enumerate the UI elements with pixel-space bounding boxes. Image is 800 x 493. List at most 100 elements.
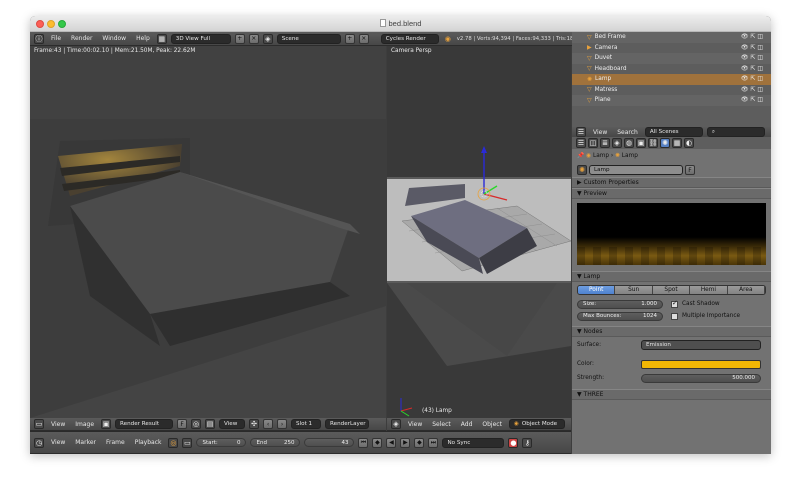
editor-type-icon[interactable]: ⓘ [34, 33, 44, 44]
lamp-fake-user-button[interactable]: F [685, 165, 695, 175]
scene-icon[interactable]: ◈ [262, 33, 273, 44]
size-field[interactable]: Size: 1.000 [577, 299, 663, 309]
constraints-tab-icon[interactable]: ⛓ [648, 138, 658, 148]
menu-playback[interactable]: Playback [132, 439, 165, 446]
keying-set-icon[interactable]: ⚷ [522, 437, 533, 448]
section-three[interactable]: ▼ THREE [572, 389, 771, 400]
restrict-columns[interactable]: 👁 ⇱ ◫ [741, 44, 763, 51]
display-filter-select[interactable]: All Scenes [644, 127, 703, 137]
menu-view[interactable]: View [405, 421, 425, 428]
lamp-type-point[interactable]: Point [578, 286, 616, 294]
outliner-row-plane[interactable]: ▽ Plane 👁 ⇱ ◫ [572, 95, 771, 106]
restrict-columns[interactable]: 👁 ⇱ ◫ [741, 75, 763, 82]
scene-field[interactable]: Scene [276, 33, 341, 44]
color-swatch[interactable] [641, 359, 761, 369]
current-frame-field[interactable]: 43 [304, 438, 355, 447]
lamp-name-input[interactable]: Lamp [589, 165, 683, 175]
jump-start-button[interactable]: ⏮ [358, 437, 369, 448]
remove-layout-button[interactable]: × [248, 33, 259, 44]
outliner-row-duvet[interactable]: ▽ Duvet 👁 ⇱ ◫ [572, 53, 771, 64]
jump-key-back-button[interactable]: ◆ [372, 437, 383, 448]
image-editor-type-icon[interactable]: ▭ [34, 419, 44, 429]
physics-tab-icon[interactable]: ◐ [684, 138, 694, 148]
section-custom-properties[interactable]: ▶ Custom Properties [572, 177, 771, 188]
next-slot-button[interactable]: › [277, 419, 288, 429]
display-channels-icon[interactable]: ✣ [249, 419, 260, 429]
menu-render[interactable]: Render [68, 35, 95, 42]
lamp-browse-icon[interactable]: ✺ [577, 165, 587, 175]
menu-view[interactable]: View [590, 129, 610, 136]
image-datablock-field[interactable]: Render Result [115, 419, 174, 429]
menu-file[interactable]: File [48, 35, 64, 42]
start-frame-field[interactable]: Start: 0 [196, 438, 247, 447]
outliner-row-camera[interactable]: ▶ Camera 👁 ⇱ ◫ [572, 43, 771, 54]
pin-icon[interactable]: ◎ [191, 419, 202, 429]
object-tab-icon[interactable]: ▣ [636, 138, 646, 148]
interaction-mode-select[interactable]: ◉ Object Mode [508, 419, 565, 429]
jump-end-button[interactable]: ⏭ [428, 437, 439, 448]
fake-user-button[interactable]: F [177, 419, 188, 429]
restrict-columns[interactable]: 👁 ⇱ ◫ [741, 65, 763, 72]
restrict-columns[interactable]: 👁 ⇱ ◫ [741, 33, 763, 40]
outliner-row-bed-frame[interactable]: ▽ Bed Frame 👁 ⇱ ◫ [572, 32, 771, 43]
data-tab-icon[interactable]: ✺ [660, 138, 670, 148]
layers-tab-icon[interactable]: ≣ [600, 138, 610, 148]
render-tab-icon[interactable]: ◫ [588, 138, 598, 148]
play-reverse-button[interactable]: ◀ [386, 437, 397, 448]
3d-view-type-icon[interactable]: ◈ [391, 419, 401, 429]
range-icon[interactable]: ◎ [168, 437, 179, 448]
record-icon[interactable]: ● [508, 437, 519, 448]
add-layout-button[interactable]: + [234, 33, 245, 44]
outliner-row-lamp[interactable]: ✺ Lamp 👁 ⇱ ◫ [572, 74, 771, 85]
section-preview[interactable]: ▼ Preview [572, 188, 771, 199]
lamp-type-sun[interactable]: Sun [615, 286, 653, 294]
3d-viewport[interactable]: Camera Persp (43) Lamp [387, 46, 571, 418]
cast-shadow-checkbox[interactable] [671, 299, 678, 308]
cast-shadow-toggle[interactable]: Cast Shadow [671, 299, 720, 308]
outliner-row-headboard[interactable]: ▽ Headboard 👁 ⇱ ◫ [572, 64, 771, 75]
layout-icon[interactable]: ▦ [156, 33, 167, 44]
preview-range-icon[interactable]: ▭ [182, 437, 193, 448]
menu-add[interactable]: Add [458, 421, 476, 428]
image-browse-icon[interactable]: ▣ [101, 419, 112, 429]
max-bounces-field[interactable]: Max Bounces: 1024 [577, 311, 663, 321]
lamp-type-spot[interactable]: Spot [652, 286, 691, 294]
properties-type-icon[interactable]: ☰ [576, 138, 586, 148]
multiple-importance-checkbox[interactable] [671, 312, 678, 320]
multiple-importance-toggle[interactable]: Multiple Importance [671, 312, 740, 320]
world-tab-icon[interactable]: ◍ [624, 138, 634, 148]
section-nodes[interactable]: ▼ Nodes [572, 326, 771, 337]
surface-shader-select[interactable]: Emission [641, 340, 761, 350]
menu-select[interactable]: Select [429, 421, 454, 428]
scene-tab-icon[interactable]: ◈ [612, 138, 622, 148]
end-frame-field[interactable]: End 250 [250, 438, 301, 447]
menu-view[interactable]: View [48, 421, 68, 428]
menu-view[interactable]: View [48, 439, 68, 446]
timeline-type-icon[interactable]: ◷ [34, 437, 44, 448]
view-menu-select[interactable]: View [219, 419, 246, 429]
outliner-type-icon[interactable]: ☰ [576, 127, 586, 137]
menu-help[interactable]: Help [133, 35, 153, 42]
lamp-type-area[interactable]: Area [727, 286, 765, 294]
menu-image[interactable]: Image [72, 421, 97, 428]
restrict-columns[interactable]: 👁 ⇱ ◫ [741, 96, 763, 103]
menu-search[interactable]: Search [614, 129, 641, 136]
sync-mode-select[interactable]: No Sync [442, 437, 505, 448]
pin-icon[interactable]: 📌 [577, 153, 584, 159]
outliner-search-input[interactable]: ⌕ [706, 127, 765, 137]
texture-tab-icon[interactable]: ▦ [672, 138, 682, 148]
render-view[interactable]: Frame:43 | Time:00:02.10 | Mem:21.50M, P… [30, 46, 386, 418]
render-engine-select[interactable]: Cycles Render [380, 33, 439, 44]
outliner-row-matress[interactable]: ▽ Matress 👁 ⇱ ◫ [572, 85, 771, 96]
play-button[interactable]: ▶ [400, 437, 411, 448]
add-scene-button[interactable]: + [344, 33, 355, 44]
lamp-type-hemi[interactable]: Hemi [690, 286, 728, 294]
jump-key-forward-button[interactable]: ◆ [414, 437, 425, 448]
slot-select[interactable]: Slot 1 [291, 419, 322, 429]
menu-marker[interactable]: Marker [72, 439, 99, 446]
restrict-columns[interactable]: 👁 ⇱ ◫ [741, 86, 763, 93]
previous-slot-button[interactable]: ‹ [263, 419, 274, 429]
screen-layout-field[interactable]: 3D View Full [170, 33, 231, 44]
view-mode-icon[interactable]: ▤ [205, 419, 216, 429]
menu-frame[interactable]: Frame [103, 439, 128, 446]
